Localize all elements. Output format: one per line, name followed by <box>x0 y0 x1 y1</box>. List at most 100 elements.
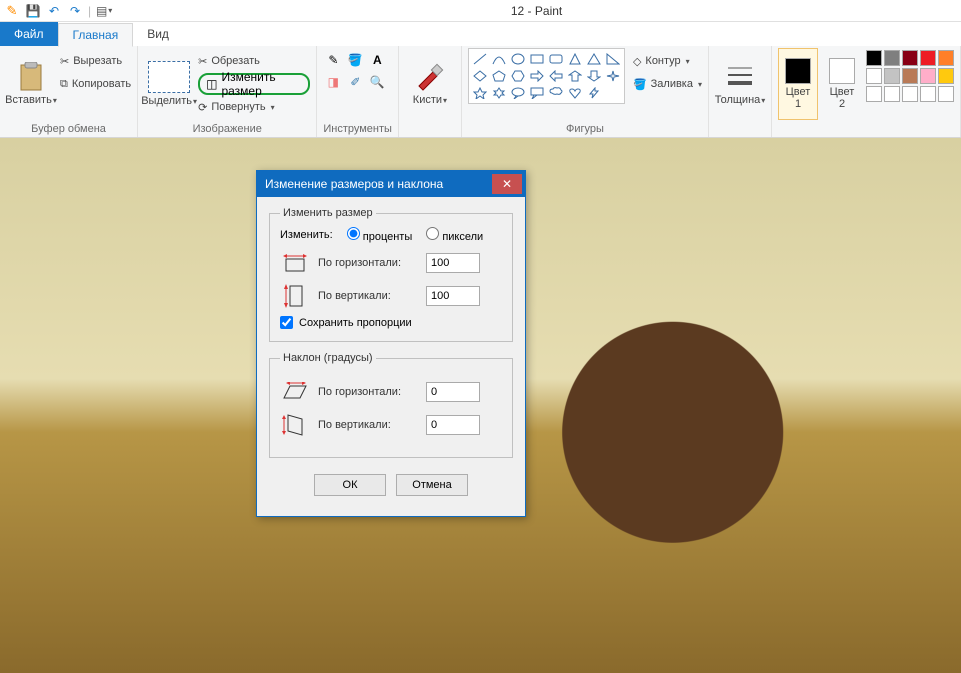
shapes-gallery[interactable] <box>468 48 625 104</box>
shape-callout-cloud[interactable] <box>547 85 565 101</box>
group-image-label: Изображение <box>144 123 310 137</box>
rotate-icon: ⟳ <box>198 101 207 114</box>
dialog-titlebar[interactable]: Изменение размеров и наклона ✕ <box>257 171 525 197</box>
scissors-icon: ✂ <box>60 55 69 68</box>
radio-pixels[interactable]: пиксели <box>426 227 483 243</box>
tab-file[interactable]: Файл <box>0 22 58 46</box>
color-swatch[interactable] <box>920 68 936 84</box>
skew-vert-icon <box>280 412 310 438</box>
fieldset-resize: Изменить размер Изменить: проценты пиксе… <box>269 207 513 342</box>
skew-horiz-input[interactable] <box>426 382 480 402</box>
save-icon[interactable]: 💾 <box>25 3 41 19</box>
group-brushes: Кисти▾ <box>399 46 462 137</box>
shape-callout-round[interactable] <box>509 85 527 101</box>
group-clipboard-label: Буфер обмена <box>6 123 131 137</box>
clipboard-icon <box>17 62 45 92</box>
color-swatch[interactable] <box>902 68 918 84</box>
shape-oval[interactable] <box>509 51 527 67</box>
cancel-button[interactable]: Отмена <box>396 474 468 496</box>
resize-horiz-input[interactable] <box>426 253 480 273</box>
undo-icon[interactable]: ↶ <box>46 3 62 19</box>
shape-roundrect[interactable] <box>547 51 565 67</box>
shape-hexagon[interactable] <box>509 68 527 84</box>
shape-5star[interactable] <box>471 85 489 101</box>
shape-heart[interactable] <box>566 85 584 101</box>
resize-horiz-label: По горизонтали: <box>318 257 418 269</box>
shape-diamond[interactable] <box>471 68 489 84</box>
color-swatch[interactable] <box>938 68 954 84</box>
customize-qat-icon[interactable]: ▤▾ <box>96 3 112 19</box>
rotate-button[interactable]: ⟳Повернуть▾ <box>198 96 310 118</box>
text-tool[interactable]: A <box>367 50 387 70</box>
group-tools-label: Инструменты <box>323 123 392 137</box>
paste-button[interactable]: Вставить▾ <box>6 48 56 120</box>
size-button[interactable]: Толщина▾ <box>715 48 765 120</box>
shape-lightning[interactable] <box>585 85 603 101</box>
shape-arrow-up[interactable] <box>566 68 584 84</box>
brushes-button[interactable]: Кисти▾ <box>405 48 455 120</box>
window-title: 12 - Paint <box>112 4 961 18</box>
shape-line[interactable] <box>471 51 489 67</box>
resize-button[interactable]: ◫Изменить размер <box>198 73 310 95</box>
skew-vert-input[interactable] <box>426 415 480 435</box>
color-swatch[interactable] <box>902 50 918 66</box>
shape-arrow-right[interactable] <box>528 68 546 84</box>
color-swatch[interactable] <box>902 86 918 102</box>
color-swatch[interactable] <box>866 50 882 66</box>
fill-tool[interactable]: 🪣 <box>345 50 365 70</box>
ribbon-tabs: Файл Главная Вид <box>0 22 961 46</box>
copy-icon: ⧉ <box>60 78 68 91</box>
color-swatch[interactable] <box>866 86 882 102</box>
selection-rect-icon <box>148 61 190 93</box>
redo-icon[interactable]: ↷ <box>67 3 83 19</box>
copy-label: Копировать <box>72 78 131 90</box>
color-swatch[interactable] <box>938 86 954 102</box>
shape-arrow-down[interactable] <box>585 68 603 84</box>
tab-home[interactable]: Главная <box>58 23 134 47</box>
cut-label: Вырезать <box>73 55 122 67</box>
cut-button[interactable]: ✂ Вырезать <box>60 50 131 72</box>
shape-pentagon[interactable] <box>490 68 508 84</box>
magnifier-tool[interactable]: 🔍 <box>367 72 387 92</box>
crop-label: Обрезать <box>211 55 260 67</box>
color-swatch[interactable] <box>866 68 882 84</box>
skew-legend: Наклон (градусы) <box>280 352 376 364</box>
shape-curve[interactable] <box>490 51 508 67</box>
shape-rect[interactable] <box>528 51 546 67</box>
color-swatch[interactable] <box>920 50 936 66</box>
crop-button[interactable]: ✂Обрезать <box>198 50 310 72</box>
group-tools: ✎ 🪣 A ◨ ✐ 🔍 Инструменты <box>317 46 399 137</box>
fill-button[interactable]: 🪣Заливка▾ <box>633 73 702 95</box>
tab-view[interactable]: Вид <box>133 22 183 46</box>
dialog-title: Изменение размеров и наклона <box>265 177 443 191</box>
color-swatch[interactable] <box>938 50 954 66</box>
shape-polygon[interactable] <box>566 51 584 67</box>
close-icon[interactable]: ✕ <box>492 174 522 194</box>
color-swatch[interactable] <box>884 50 900 66</box>
color-swatch[interactable] <box>884 68 900 84</box>
color2-button[interactable]: Цвет 2 <box>822 48 862 120</box>
select-button[interactable]: Выделить▾ <box>144 48 194 120</box>
outline-button[interactable]: ◇Контур▾ <box>633 50 702 72</box>
shape-right-triangle[interactable] <box>604 51 622 67</box>
color1-button[interactable]: Цвет 1 <box>778 48 818 120</box>
shape-arrow-left[interactable] <box>547 68 565 84</box>
color-swatch[interactable] <box>920 86 936 102</box>
resize-vert-icon <box>280 283 310 309</box>
ok-button[interactable]: ОК <box>314 474 386 496</box>
skew-vert-label: По вертикали: <box>318 419 418 431</box>
color-palette <box>866 48 954 102</box>
shape-callout-rect[interactable] <box>528 85 546 101</box>
keep-aspect-checkbox[interactable] <box>280 316 293 329</box>
copy-button[interactable]: ⧉ Копировать <box>60 73 131 95</box>
color-swatch[interactable] <box>884 86 900 102</box>
pencil-tool[interactable]: ✎ <box>323 50 343 70</box>
radio-percent[interactable]: проценты <box>347 227 413 243</box>
shape-6star[interactable] <box>490 85 508 101</box>
color-picker-tool[interactable]: ✐ <box>345 72 365 92</box>
resize-vert-input[interactable] <box>426 286 480 306</box>
eraser-tool[interactable]: ◨ <box>323 72 343 92</box>
shape-triangle[interactable] <box>585 51 603 67</box>
shape-4star[interactable] <box>604 68 622 84</box>
size-icon <box>725 62 755 92</box>
